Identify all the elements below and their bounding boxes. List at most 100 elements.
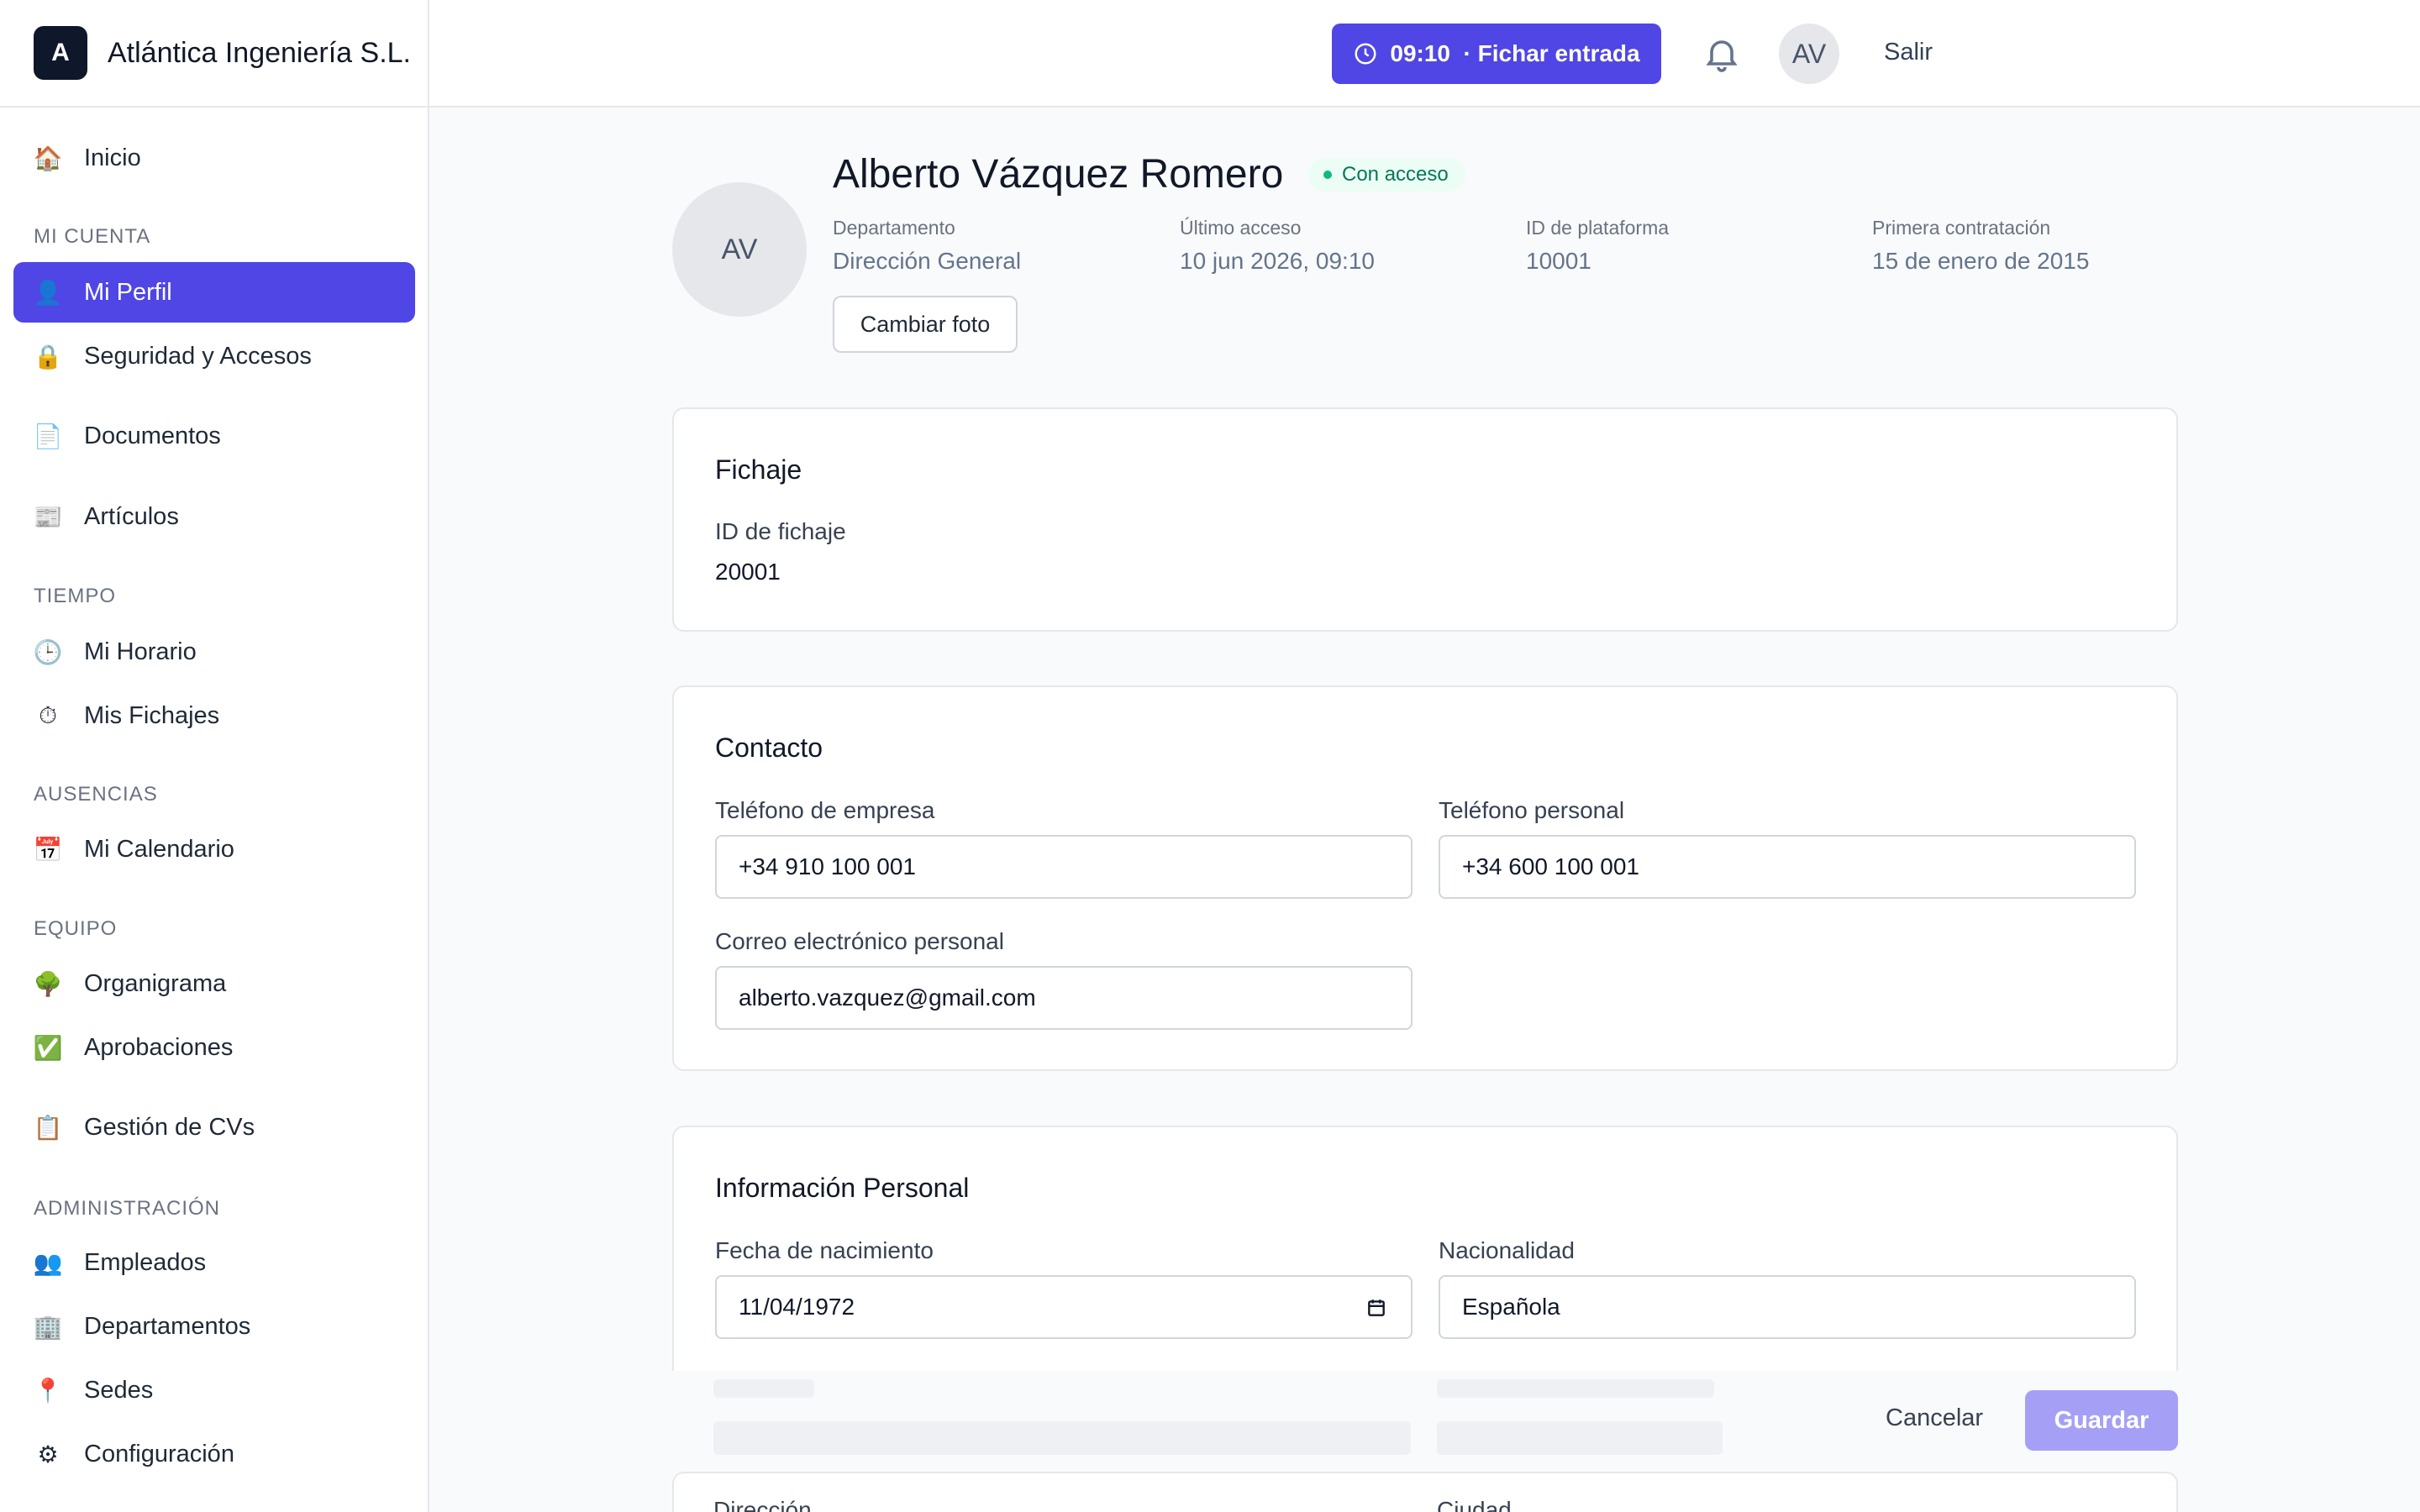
status-badge-label: Con acceso — [1342, 163, 1449, 186]
birth-date-field[interactable]: 11/04/1972 — [715, 1275, 1413, 1339]
sidebar: A Atlántica Ingeniería S.L. MI CUENTA TIE… — [0, 0, 429, 1512]
sidebar-section-equipo: EQUIPO — [34, 917, 118, 940]
address-label: Dirección — [713, 1497, 812, 1512]
tree-icon: 🌳 — [33, 970, 63, 997]
stopwatch-icon: ⏱ — [39, 701, 57, 728]
sidebar-item-label: Configuración — [84, 1440, 234, 1467]
sidebar-item-label: Mi Calendario — [84, 835, 234, 863]
sidebar-item-label: Mi Horario — [84, 638, 197, 665]
sidebar-item-label: Artículos — [84, 502, 179, 530]
sidebar-section-ausencias: AUSENCIAS — [34, 783, 158, 806]
meta-value: 10001 — [1526, 248, 1591, 274]
sidebar-item-label: Documentos — [84, 422, 221, 449]
clipboard-icon: 📋 — [33, 1114, 63, 1141]
sidebar-item-aprobaciones[interactable]: ✅ Aprobaciones — [13, 1017, 415, 1078]
calendar-icon: 📅 — [33, 836, 63, 863]
sidebar-item-inicio[interactable]: 🏠 Inicio — [13, 128, 415, 188]
document-icon: 📄 — [33, 423, 63, 449]
newspaper-icon: 📰 — [33, 503, 63, 530]
pin-icon: 📍 — [33, 1377, 63, 1404]
sidebar-item-organigrama[interactable]: 🌳 Organigrama — [13, 953, 415, 1014]
sidebar-item-label: Inicio — [84, 144, 141, 171]
meta-label: Primera contratación — [1872, 217, 2051, 239]
sidebar-section-mi-cuenta: MI CUENTA — [34, 225, 151, 248]
email-field[interactable]: alberto.vazquez@gmail.com — [715, 966, 1413, 1030]
company-phone-label: Teléfono de empresa — [715, 797, 935, 823]
brand-name: Atlántica Ingeniería S.L. — [108, 36, 412, 69]
address-card — [672, 1472, 2178, 1512]
sidebar-item-mi-calendario[interactable]: 📅 Mi Calendario — [13, 819, 415, 879]
logout-link[interactable]: Salir — [1884, 39, 1933, 66]
clock-icon: 🕒 — [33, 638, 63, 665]
cancel-button[interactable]: Cancelar — [1886, 1404, 1983, 1432]
profile-avatar: AV — [672, 182, 807, 317]
sidebar-item-sedes[interactable]: 📍 Sedes — [13, 1360, 415, 1420]
sidebar-item-configuracion[interactable]: ⚙ Configuración — [13, 1424, 415, 1484]
meta-value: 10 jun 2026, 09:10 — [1180, 248, 1375, 274]
nationality-field[interactable]: Española — [1439, 1275, 2136, 1339]
user-avatar[interactable]: AV — [1779, 24, 1839, 84]
sidebar-item-gestion-de-cvs[interactable]: 📋 Gestión de CVs — [13, 1097, 415, 1158]
fichaje-id-value: 20001 — [715, 559, 781, 585]
sidebar-item-mis-fichajes[interactable]: ⏱ Mis Fichajes — [13, 685, 415, 746]
meta-label: Departamento — [833, 217, 955, 239]
meta-department: Departamento Dirección General — [833, 217, 1021, 275]
meta-first-hire: Primera contratación 15 de enero de 2015 — [1872, 217, 2089, 275]
card-title: Contacto — [715, 732, 823, 763]
contact-card: Contacto Teléfono de empresa +34 910 100… — [672, 685, 2178, 1071]
sidebar-item-mi-perfil[interactable]: 👤 Mi Perfil — [13, 262, 415, 323]
save-button[interactable]: Guardar — [2025, 1390, 2178, 1451]
clock-in-button[interactable]: 09:10 · Fichar entrada — [1332, 24, 1661, 84]
check-icon: ✅ — [33, 1034, 63, 1061]
sidebar-item-mi-horario[interactable]: 🕒 Mi Horario — [13, 622, 415, 682]
email-label: Correo electrónico personal — [715, 928, 1004, 954]
personal-phone-field[interactable]: +34 600 100 001 — [1439, 835, 2136, 899]
calendar-picker-icon[interactable] — [1365, 1297, 1387, 1319]
birth-date-label: Fecha de nacimiento — [715, 1237, 934, 1263]
sidebar-item-articulos[interactable]: 📰 Artículos — [13, 486, 415, 547]
sidebar-section-administración: ADMINISTRACIÓN — [34, 1197, 221, 1220]
status-dot-icon — [1323, 171, 1332, 179]
sidebar-section-tiempo: TIEMPO — [34, 585, 117, 607]
fichaje-id-label: ID de fichaje — [715, 518, 846, 544]
sidebar-item-label: Mis Fichajes — [84, 701, 220, 729]
sidebar-item-label: Departamentos — [84, 1312, 251, 1340]
gear-icon: ⚙ — [37, 1441, 59, 1467]
status-badge: Con acceso — [1308, 158, 1465, 192]
fichaje-card: Fichaje ID de fichaje 20001 — [672, 407, 2178, 632]
brand[interactable]: A Atlántica Ingeniería S.L. — [0, 0, 428, 108]
sidebar-item-label: Aprobaciones — [84, 1033, 234, 1061]
card-title: Información Personal — [715, 1173, 970, 1203]
faded-label — [713, 1379, 814, 1398]
company-phone-field[interactable]: +34 910 100 001 — [715, 835, 1413, 899]
meta-value: 15 de enero de 2015 — [1872, 248, 2090, 274]
bell-icon[interactable] — [1702, 34, 1742, 74]
personal-info-card: Información Personal Fecha de nacimiento… — [672, 1126, 2178, 1371]
faded-input — [713, 1421, 1411, 1455]
sidebar-item-empleados[interactable]: 👥 Empleados — [13, 1232, 415, 1293]
sidebar-item-label: Gestión de CVs — [84, 1113, 255, 1141]
city-label: Ciudad — [1437, 1497, 1512, 1512]
sidebar-item-label: Sedes — [84, 1376, 154, 1404]
lock-icon: 🔒 — [33, 343, 63, 370]
nationality-label: Nacionalidad — [1439, 1237, 1575, 1263]
sidebar-item-departamentos[interactable]: 🏢 Departamentos — [13, 1296, 415, 1357]
profile-name: Alberto Vázquez Romero — [833, 152, 1284, 197]
user-icon: 👤 — [33, 279, 63, 306]
personal-phone-label: Teléfono personal — [1439, 797, 1625, 823]
users-icon: 👥 — [33, 1249, 63, 1276]
sidebar-item-label: Seguridad y Accesos — [84, 342, 312, 370]
faded-input — [1437, 1421, 1723, 1455]
sidebar-item-label: Organigrama — [84, 969, 227, 997]
card-title: Fichaje — [715, 454, 802, 485]
clock-icon — [1355, 43, 1376, 65]
building-icon: 🏢 — [33, 1313, 63, 1340]
meta-label: Último acceso — [1180, 217, 1302, 239]
faded-label — [1437, 1379, 1714, 1398]
clock-button-label: 09:10 · Fichar entrada — [1390, 40, 1640, 66]
sidebar-item-label: Mi Perfil — [84, 278, 172, 306]
change-photo-button[interactable]: Cambiar foto — [833, 296, 1018, 353]
sidebar-item-seguridad-y-accesos[interactable]: 🔒 Seguridad y Accesos — [13, 326, 415, 386]
sidebar-item-label: Empleados — [84, 1248, 207, 1276]
sidebar-item-documentos[interactable]: 📄 Documentos — [13, 406, 415, 466]
